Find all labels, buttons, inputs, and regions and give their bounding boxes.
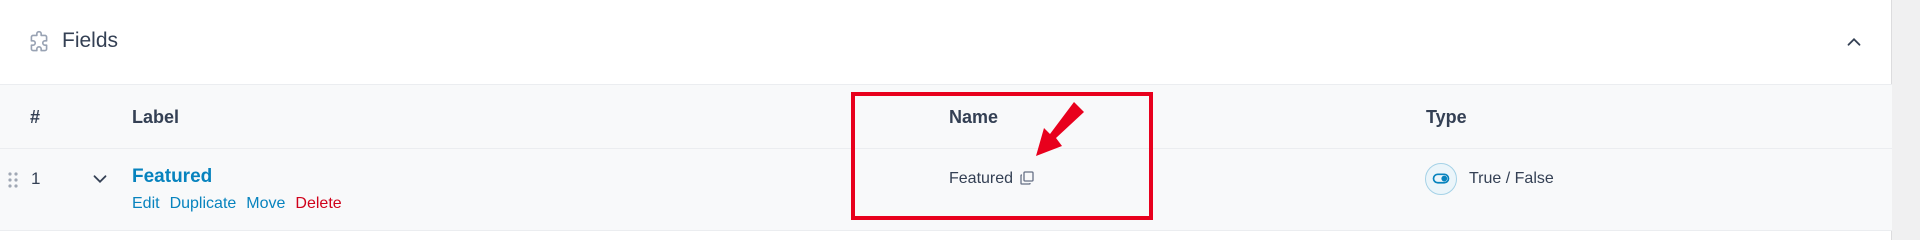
column-order: # bbox=[30, 107, 41, 127]
toggle-type-icon bbox=[1425, 163, 1457, 195]
highlight-box bbox=[851, 92, 1153, 220]
arrow-icon bbox=[1036, 102, 1084, 156]
chevron-down-icon[interactable] bbox=[89, 168, 111, 190]
move-link[interactable]: Move bbox=[246, 195, 285, 212]
puzzle-icon bbox=[30, 30, 48, 52]
column-label: Label bbox=[132, 107, 180, 127]
column-type: Type bbox=[1426, 107, 1467, 127]
row-actions: Edit Duplicate Move Delete bbox=[132, 195, 352, 213]
field-label-link[interactable]: Featured bbox=[132, 166, 212, 188]
duplicate-link[interactable]: Duplicate bbox=[170, 195, 237, 212]
delete-link[interactable]: Delete bbox=[295, 195, 341, 212]
drag-handle-icon[interactable] bbox=[7, 171, 19, 189]
edit-link[interactable]: Edit bbox=[132, 195, 160, 212]
panel-title: Fields bbox=[62, 29, 119, 52]
chevron-up-icon[interactable] bbox=[1843, 31, 1865, 53]
field-order: 1 bbox=[31, 169, 41, 188]
field-type: True / False bbox=[1469, 170, 1554, 187]
panel-header: Fields bbox=[0, 0, 1892, 85]
